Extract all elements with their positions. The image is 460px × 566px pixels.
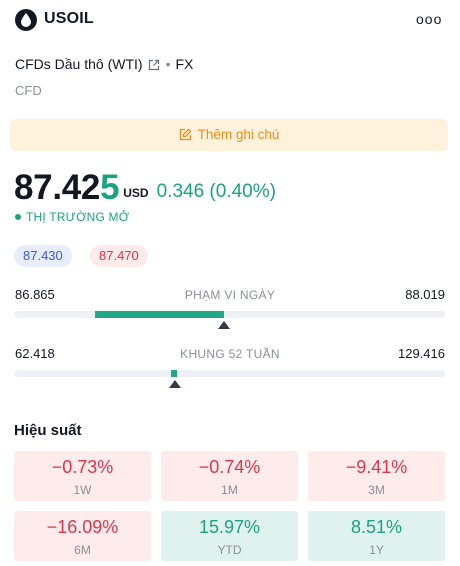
currency-label: USD <box>123 186 149 200</box>
week52-range-fill <box>170 370 177 377</box>
oil-drop-icon <box>15 9 37 31</box>
price-row: 87.425 USD 0.346 (0.40%) <box>14 168 276 208</box>
performance-cell-1m[interactable]: −0.74% 1M <box>161 451 298 501</box>
instrument-type: CFD <box>15 83 42 98</box>
market-status-label: THỊ TRƯỜNG MỞ <box>26 210 130 224</box>
bid-price-badge[interactable]: 87.430 <box>14 245 72 267</box>
edit-note-icon <box>179 128 192 141</box>
instrument-subtitle: CFDs Dầu thô (WTI) • FX <box>15 56 193 74</box>
performance-value: −9.41% <box>345 457 408 477</box>
separator-dot: • <box>165 56 171 72</box>
day-range-high: 88.019 <box>405 287 445 302</box>
performance-value: −0.73% <box>51 457 114 477</box>
price-main: 87.42 <box>14 168 101 207</box>
performance-period: 1Y <box>369 543 384 557</box>
performance-cell-1w[interactable]: −0.73% 1W <box>14 451 151 501</box>
symbol-title: USOIL <box>44 10 94 27</box>
more-dots-icon[interactable]: ooo <box>416 11 442 27</box>
day-range-track <box>15 311 445 318</box>
instrument-name: CFDs Dầu thô (WTI) <box>15 56 143 72</box>
performance-value: −16.09% <box>46 517 119 537</box>
ask-price-badge[interactable]: 87.470 <box>90 245 148 267</box>
performance-value: 15.97% <box>198 517 261 537</box>
performance-value: −0.74% <box>198 457 261 477</box>
week52-range-track <box>15 370 445 377</box>
performance-cell-3m[interactable]: −9.41% 3M <box>308 451 445 501</box>
performance-title: Hiệu suất <box>14 422 82 439</box>
external-link-icon[interactable] <box>148 58 160 74</box>
performance-period: 6M <box>74 543 91 557</box>
week52-range-marker-icon <box>169 380 182 388</box>
add-note-button[interactable]: Thêm ghi chú <box>10 119 448 151</box>
exchange-label[interactable]: FX <box>175 56 193 72</box>
day-range-fill <box>94 311 224 318</box>
performance-cell-1y[interactable]: 8.51% 1Y <box>308 511 445 561</box>
performance-cell-6m[interactable]: −16.09% 6M <box>14 511 151 561</box>
market-status: THỊ TRƯỜNG MỞ <box>15 210 129 224</box>
week52-range-high: 129.416 <box>398 346 445 361</box>
symbol-header: USOIL ooo <box>0 0 460 44</box>
performance-period: 3M <box>368 483 385 497</box>
day-range-caption: PHẠM VI NGÀY <box>184 288 276 302</box>
price-last-digit: 5 <box>100 168 120 207</box>
performance-cell-ytd[interactable]: 15.97% YTD <box>161 511 298 561</box>
performance-period: 1M <box>221 483 238 497</box>
performance-period: YTD <box>217 543 242 557</box>
day-range-marker-icon <box>217 321 230 329</box>
week52-range-caption: KHUNG 52 TUẦN <box>180 347 280 361</box>
performance-value: 8.51% <box>350 517 403 537</box>
add-note-label: Thêm ghi chú <box>197 127 280 142</box>
status-dot-icon <box>15 214 21 220</box>
price-change: 0.346 (0.40%) <box>156 181 276 202</box>
performance-period: 1W <box>73 483 92 497</box>
